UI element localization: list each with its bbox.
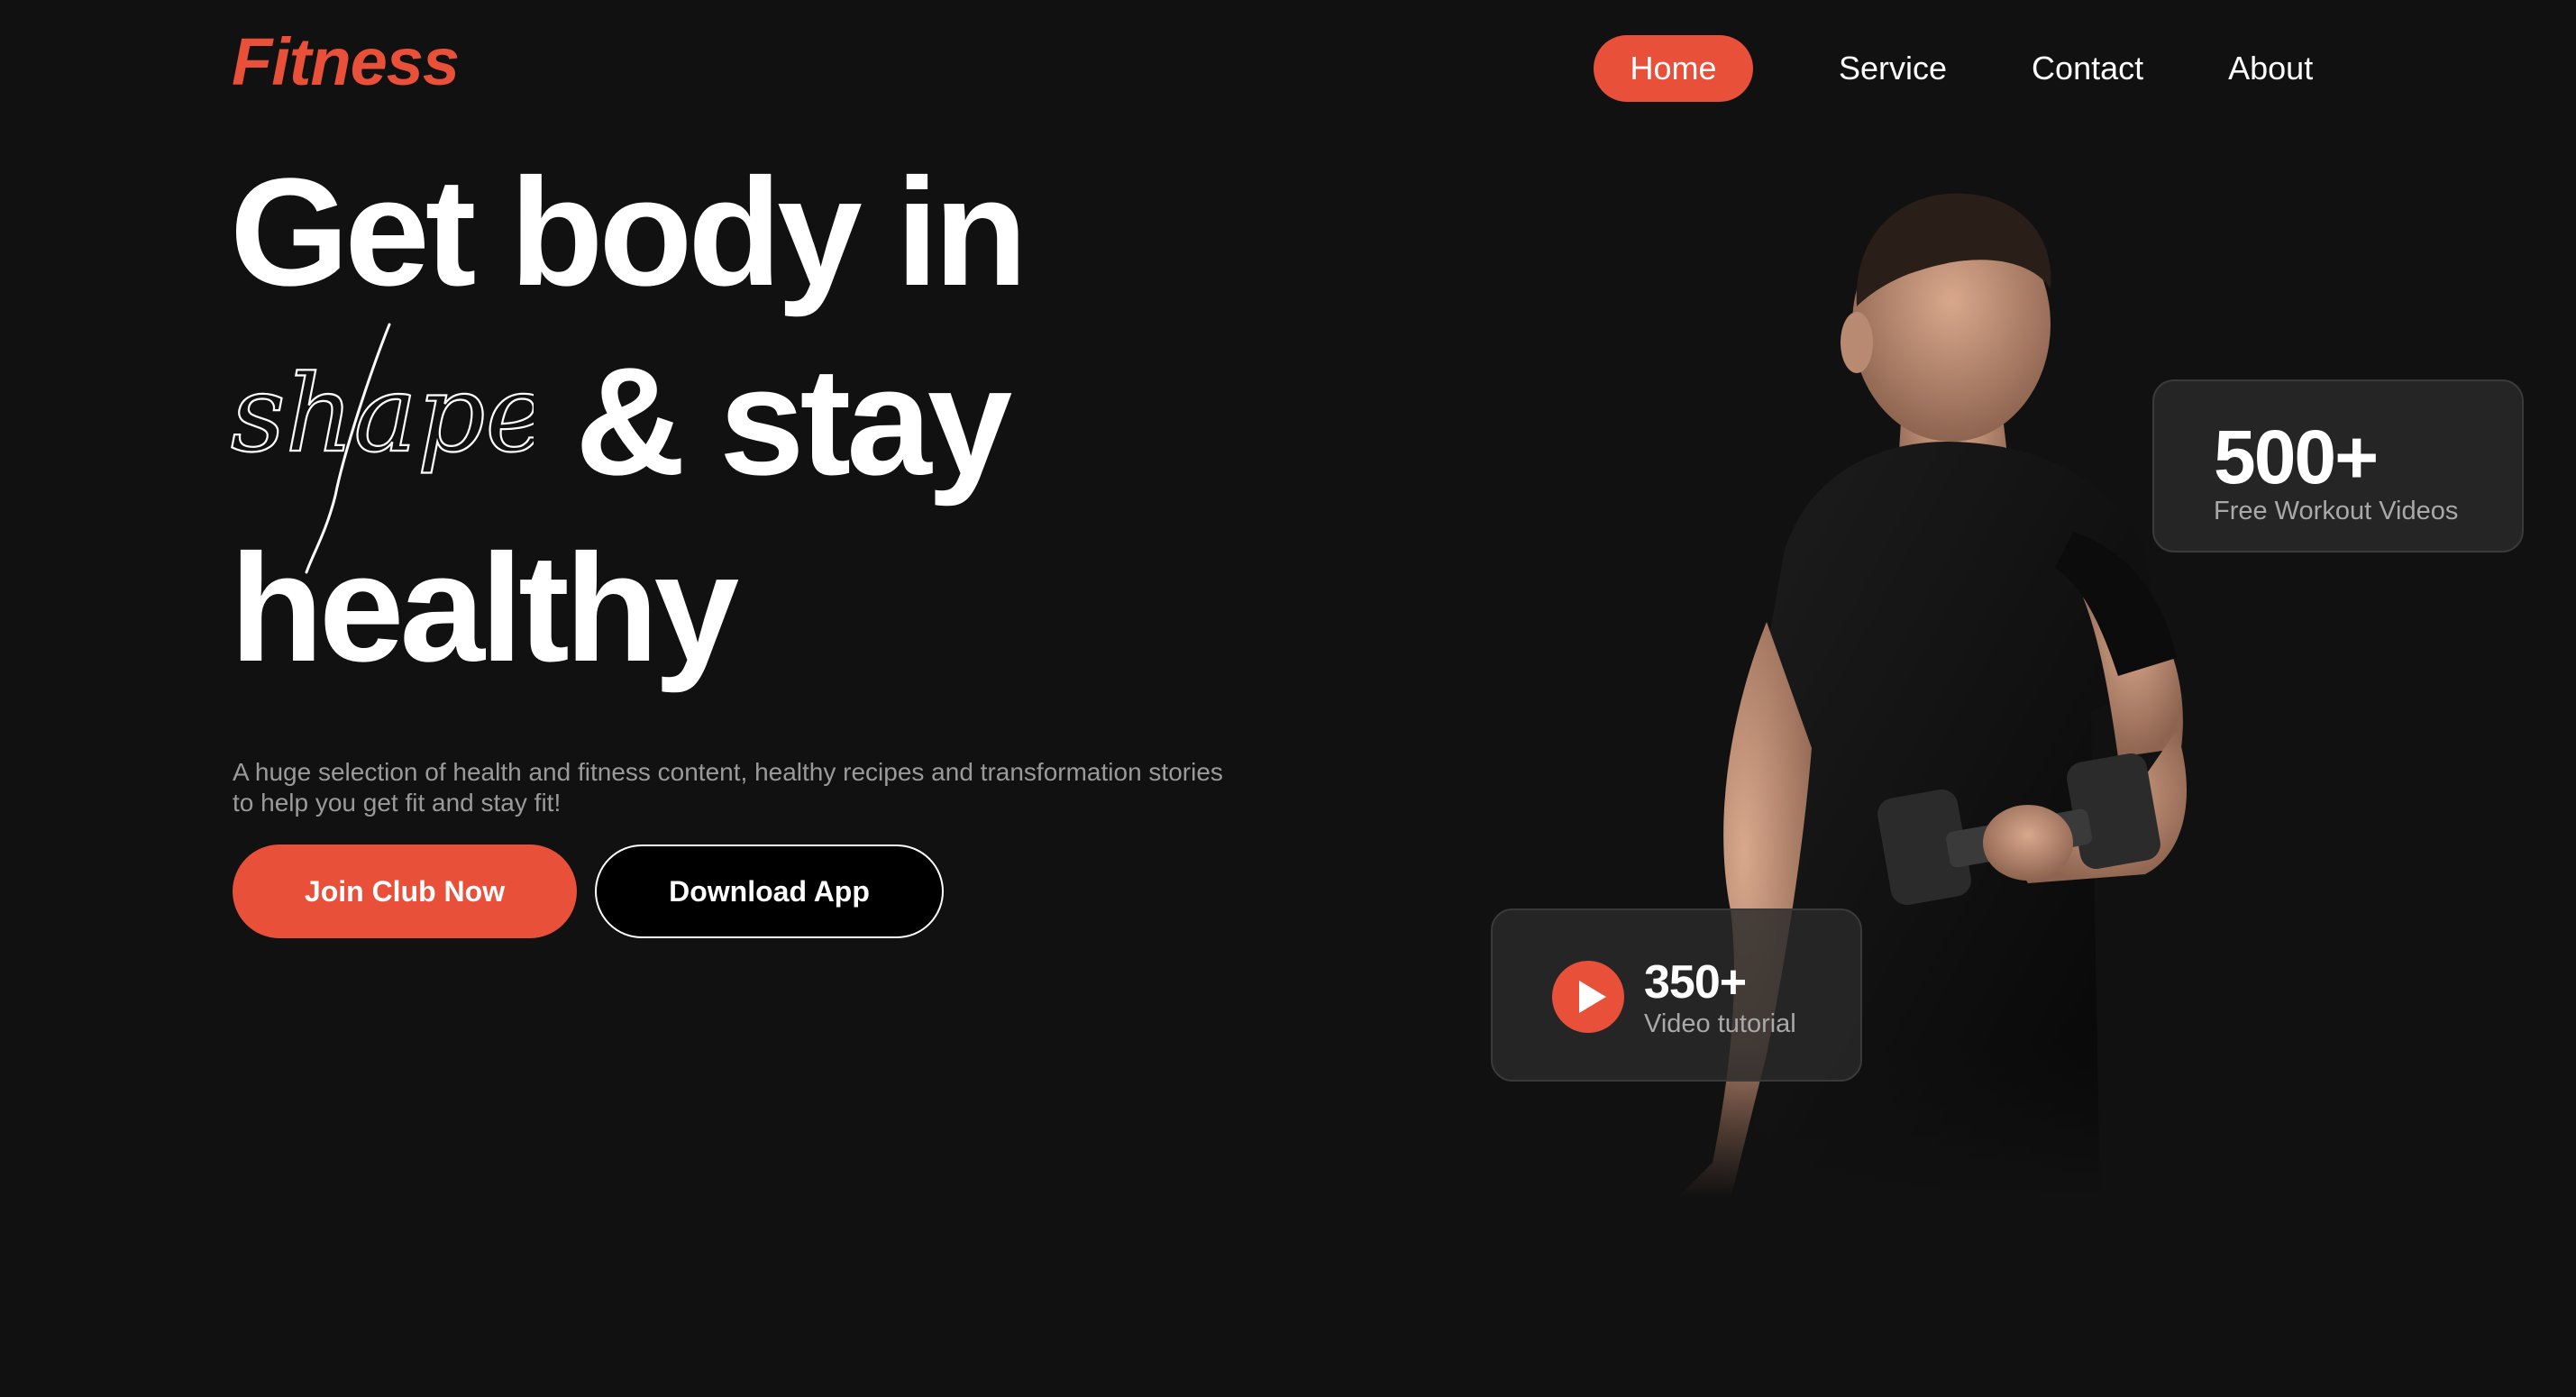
tutorials-stat-card: 350+ Video tutorial: [1491, 909, 1862, 1082]
main-nav: Home Service Contact About: [1594, 35, 2313, 102]
nav-about[interactable]: About: [2228, 52, 2313, 85]
nav-service[interactable]: Service: [1839, 52, 1947, 85]
workouts-label: Free Workout Videos: [2214, 497, 2459, 525]
tutorials-label: Video tutorial: [1644, 1009, 1796, 1038]
logo[interactable]: Fitness: [232, 29, 460, 96]
nav-home[interactable]: Home: [1594, 35, 1753, 102]
nav-contact[interactable]: Contact: [2032, 52, 2143, 85]
headline-line-3: healthy: [230, 523, 739, 694]
join-club-button[interactable]: Join Club Now: [233, 845, 577, 938]
headline-line-1: Get body in: [230, 147, 1028, 318]
headline-line-2: & stay: [575, 336, 1012, 507]
svg-text:shape: shape: [231, 352, 534, 476]
tutorials-count: 350+: [1644, 956, 1747, 1009]
next-section-heading: [865, 1370, 891, 1397]
hero-description: A huge selection of health and fitness c…: [233, 758, 1223, 817]
play-icon[interactable]: [1552, 961, 1624, 1033]
download-app-button[interactable]: Download App: [595, 845, 944, 938]
workouts-stat-card: 500+ Free Workout Videos: [2152, 379, 2524, 552]
workouts-count: 500+: [2214, 415, 2379, 499]
